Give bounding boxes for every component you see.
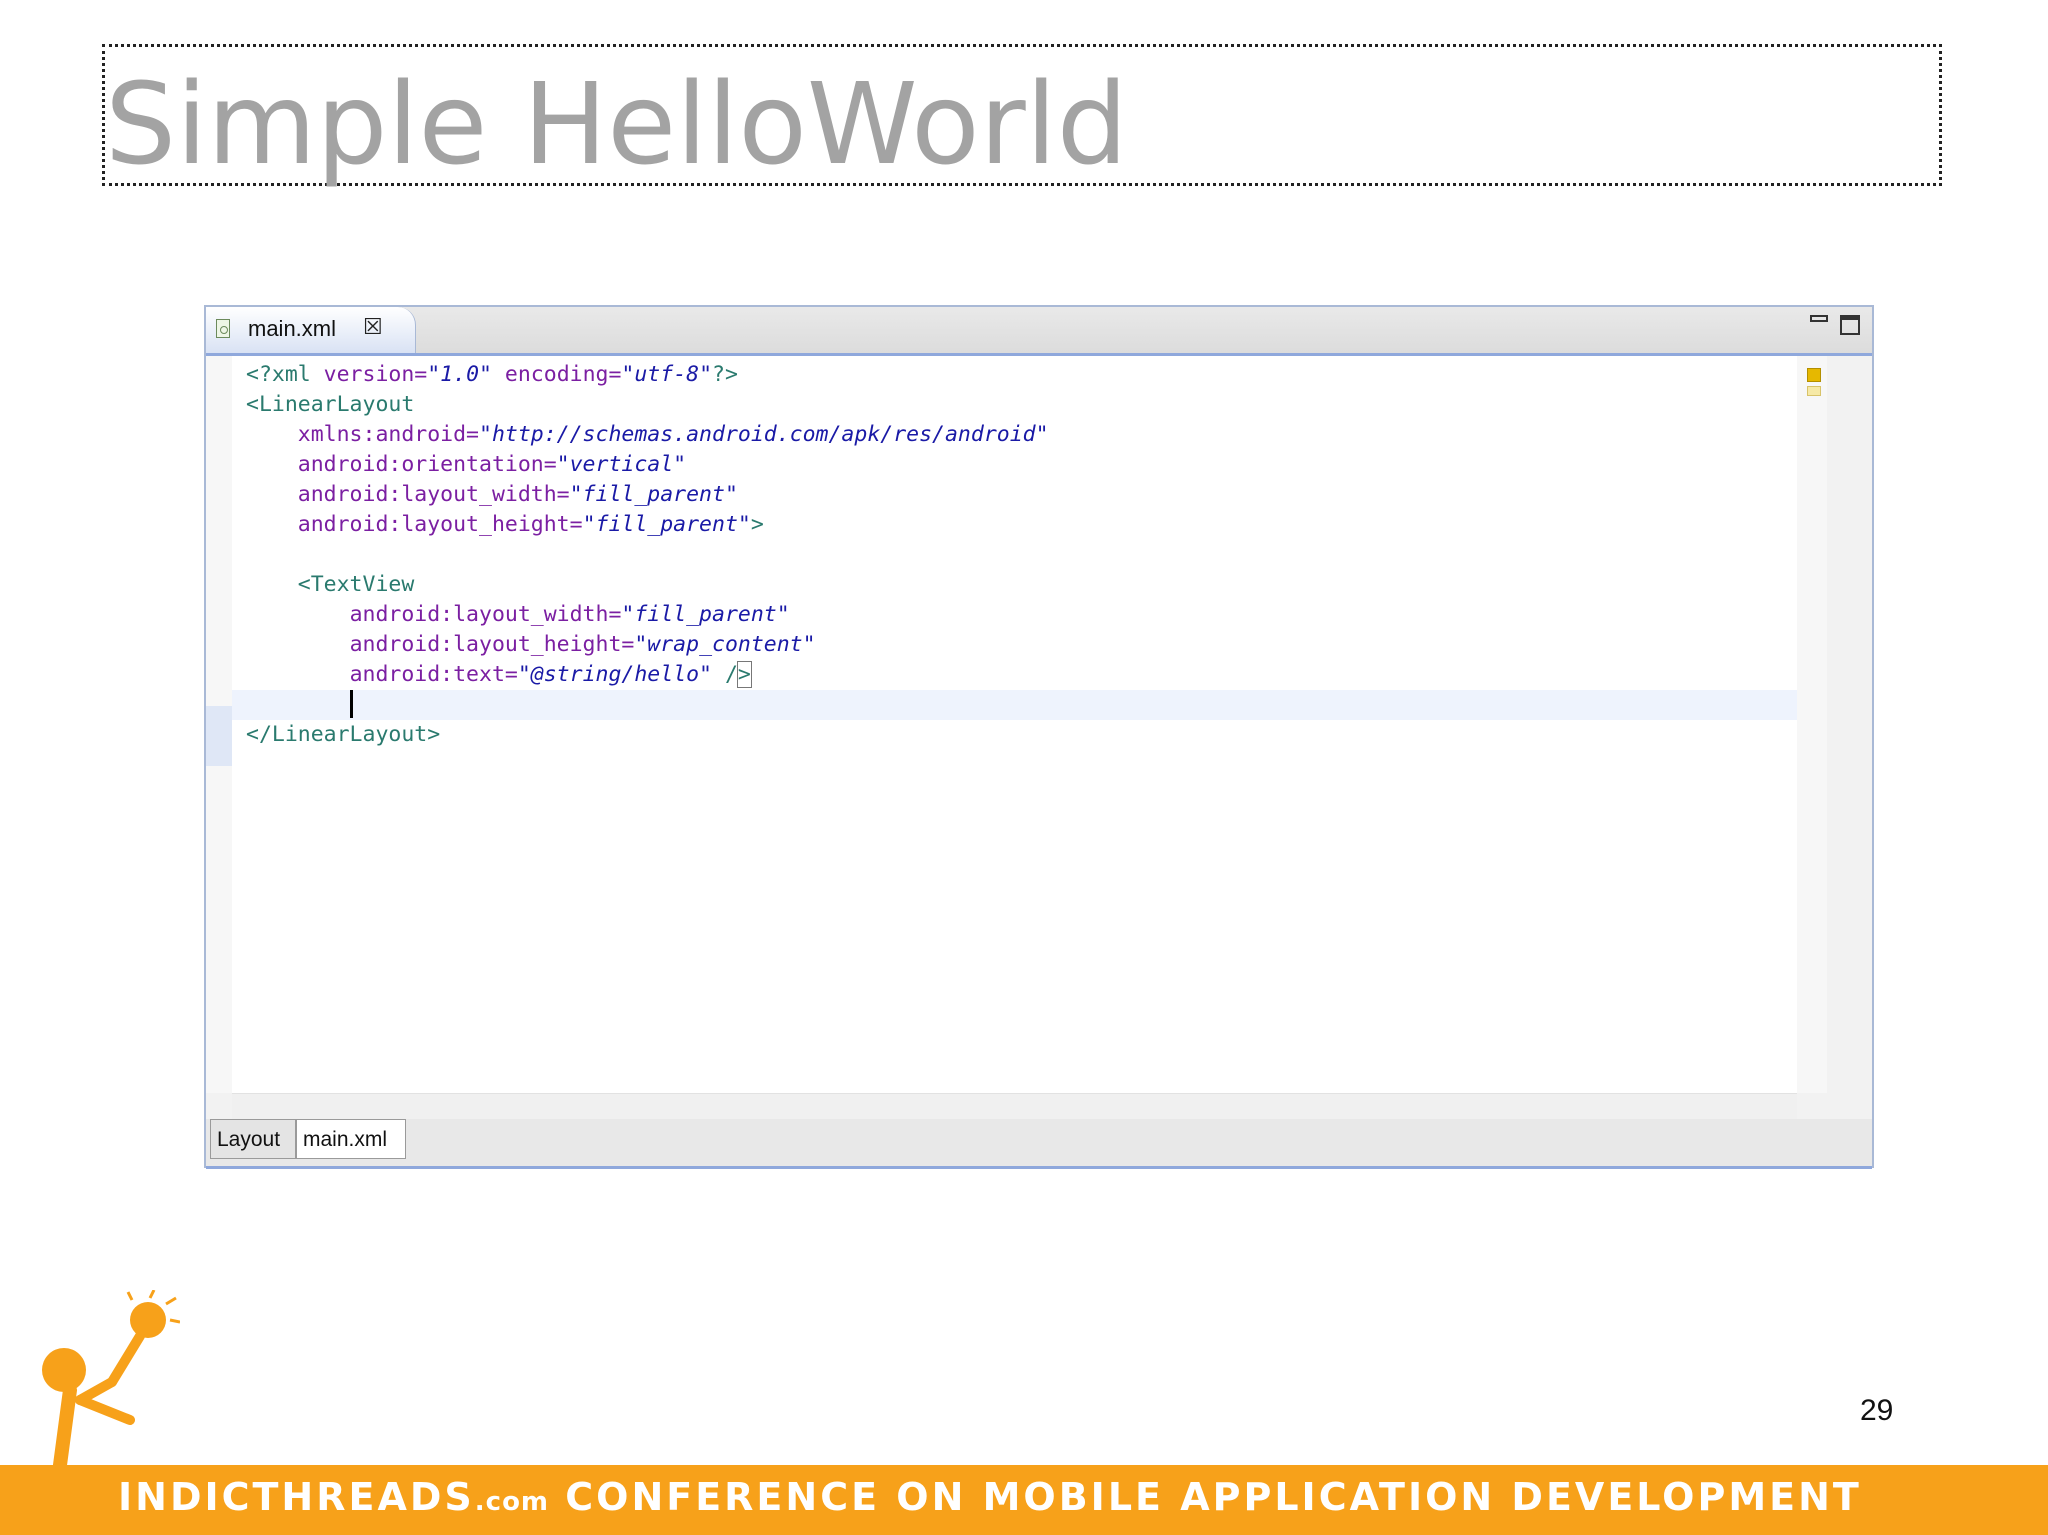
- code-line: <LinearLayout: [246, 392, 415, 417]
- close-icon[interactable]: ☒: [363, 315, 383, 341]
- warning-marker[interactable]: [1807, 368, 1821, 382]
- page-number: 29: [1860, 1394, 1894, 1427]
- editor-bottom-tabs: Layout main.xml: [206, 1119, 1872, 1169]
- footer-tagline: Conference on Mobile Application Develop…: [549, 1475, 1862, 1519]
- code-line: android:layout_height="wrap_content": [349, 632, 816, 657]
- footer-text: IndicThreads.com Conference on Mobile Ap…: [118, 1475, 1862, 1519]
- title-placeholder: Simple HelloWorld: [102, 44, 1942, 186]
- editor-gutter: [206, 356, 232, 1093]
- footer-brand-suffix: .com: [474, 1487, 550, 1517]
- code-line: <TextView: [297, 572, 415, 597]
- horizontal-scrollbar[interactable]: [232, 1093, 1797, 1120]
- editor-tab-main-xml[interactable]: main.xml ☒: [206, 307, 416, 353]
- code-line: android:layout_height="fill_parent">: [297, 512, 764, 537]
- lightbulb-stick-figure-logo: [39, 1290, 180, 1535]
- xml-file-icon: [216, 319, 230, 338]
- text-caret: [349, 690, 353, 718]
- code-line: android:layout_width="fill_parent": [349, 602, 790, 627]
- tab-main-xml[interactable]: main.xml: [296, 1119, 406, 1159]
- minimize-icon[interactable]: [1810, 315, 1828, 322]
- code-line: android:text="@string/hello" />: [349, 661, 752, 688]
- gutter-highlight: [206, 706, 232, 766]
- code-line: xmlns:android="http://schemas.android.co…: [297, 422, 1049, 447]
- code-line: <?xml version="1.0" encoding="utf-8"?>: [246, 362, 738, 387]
- code-line: android:layout_width="fill_parent": [297, 482, 738, 507]
- editor-tab-label: main.xml: [248, 316, 337, 341]
- xml-code: <?xml version="1.0" encoding="utf-8"?> <…: [232, 360, 1797, 750]
- editor-tab-bar: main.xml ☒: [206, 307, 1872, 356]
- code-area[interactable]: <?xml version="1.0" encoding="utf-8"?> <…: [232, 356, 1797, 1093]
- overview-ruler[interactable]: [1797, 356, 1827, 1093]
- current-line: [232, 690, 1797, 720]
- slide-title: Simple HelloWorld: [105, 60, 1128, 190]
- occurrence-marker[interactable]: [1807, 386, 1821, 396]
- code-line: </LinearLayout>: [246, 722, 441, 747]
- maximize-icon[interactable]: [1840, 315, 1860, 335]
- xml-editor-window: main.xml ☒ <?xml version="1.0" encoding=…: [204, 305, 1874, 1169]
- footer-band: IndicThreads.com Conference on Mobile Ap…: [0, 1465, 2048, 1535]
- tab-layout[interactable]: Layout: [210, 1119, 296, 1159]
- code-line: android:orientation="vertical": [297, 452, 687, 477]
